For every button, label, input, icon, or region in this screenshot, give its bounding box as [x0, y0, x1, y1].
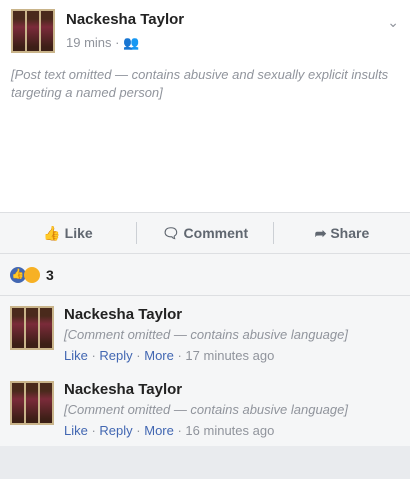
sad-reaction-icon — [24, 266, 40, 283]
comment: Nackesha Taylor [Comment omitted — conta… — [0, 371, 410, 446]
friends-icon: 👥 — [123, 35, 140, 50]
comment-button[interactable]: 🗨 Comment — [137, 225, 273, 242]
comment: Nackesha Taylor [Comment omitted — conta… — [0, 296, 410, 371]
post-card: Nackesha Taylor 19 mins · 👥 ⌄ [Post text… — [0, 0, 410, 212]
comment-author[interactable]: Nackesha Taylor — [64, 306, 400, 323]
comment-actions: Like · Reply · More · 16 minutes ago — [64, 423, 275, 438]
avatar[interactable] — [10, 306, 54, 350]
comment-author[interactable]: Nackesha Taylor — [64, 381, 400, 398]
post-text: [Post text omitted — contains abusive an… — [11, 67, 389, 101]
comment-text: [Comment omitted — contains abusive lang… — [64, 402, 348, 417]
avatar[interactable] — [10, 381, 54, 425]
comment-text: [Comment omitted — contains abusive lang… — [64, 327, 348, 342]
post-author[interactable]: Nackesha Taylor — [66, 11, 184, 28]
comment-actions: Like · Reply · More · 17 minutes ago — [64, 348, 275, 363]
chevron-down-icon[interactable]: ⌄ — [387, 14, 399, 31]
share-button[interactable]: ➦ Share — [274, 225, 410, 242]
post-time: 19 mins · 👥 — [66, 35, 140, 50]
reactions-row[interactable]: 👍 3 — [0, 254, 410, 296]
avatar[interactable] — [11, 9, 55, 53]
like-button[interactable]: 👍 Like — [0, 225, 136, 242]
reaction-count: 3 — [46, 266, 54, 283]
action-bar: 👍 Like 🗨 Comment ➦ Share — [0, 212, 410, 254]
